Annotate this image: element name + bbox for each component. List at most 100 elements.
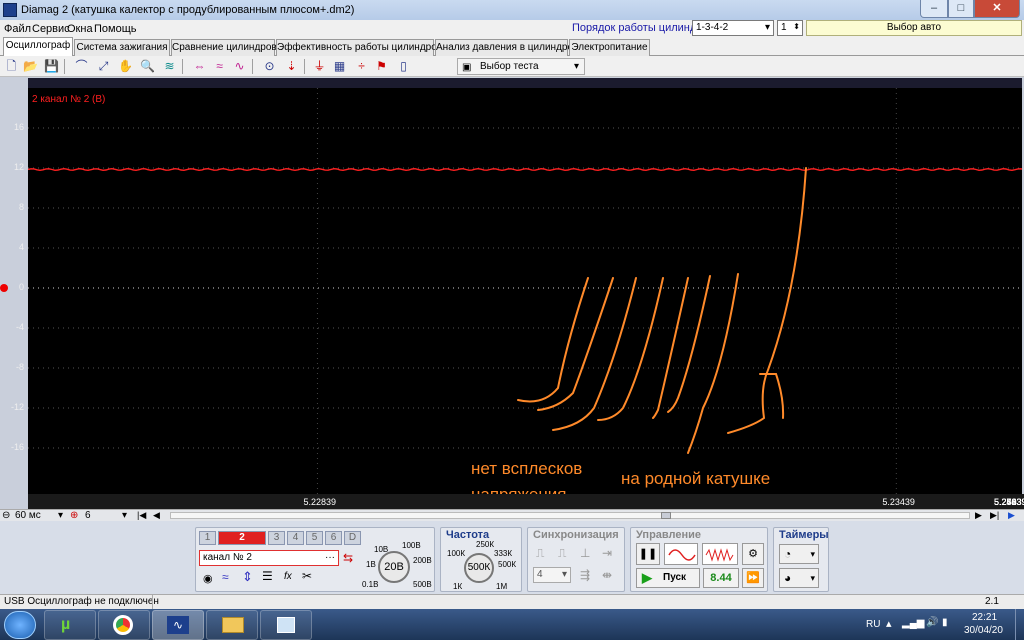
measure-icon[interactable]: ⤢	[96, 59, 111, 74]
channel-button-d[interactable]: D	[344, 531, 361, 545]
chevron-down-icon[interactable]: ▾	[58, 510, 63, 521]
more-icon[interactable]: ···	[325, 551, 335, 565]
time-scrollbar[interactable]	[170, 512, 970, 519]
grid-icon[interactable]: ▦	[332, 59, 347, 74]
open-folder-icon[interactable]: 📂	[23, 59, 38, 74]
wave-icon[interactable]: ≈	[212, 59, 227, 74]
filter-icon[interactable]: ⏚	[312, 59, 327, 74]
minimize-button[interactable]: –	[920, 0, 948, 18]
sync-arrows-icon[interactable]: ⇼	[602, 568, 612, 582]
test-select[interactable]: ▣ Выбор теста ▾	[457, 58, 585, 75]
wave-icon[interactable]: ≈	[222, 570, 229, 584]
channel-button-5[interactable]: 5	[306, 531, 323, 545]
annotation-no-spikes-line1: нет всплесков	[471, 459, 583, 478]
freq-label-1m: 1М	[496, 582, 508, 591]
overlay-icon[interactable]: ∿	[232, 59, 247, 74]
channel-name-field[interactable]: канал № 2 ···	[199, 550, 339, 566]
network-icon[interactable]: ▂▄▆	[902, 618, 924, 629]
flag-icon[interactable]: ⚑	[374, 59, 389, 74]
sync-channel-select[interactable]: 4 ▾	[533, 567, 571, 583]
scale-icon[interactable]: ⇔	[192, 59, 207, 74]
markers-icon[interactable]: ÷	[354, 59, 369, 74]
menu-service[interactable]: Сервис	[32, 23, 70, 35]
lines-icon[interactable]: ☰	[262, 569, 273, 583]
eye-icon[interactable]: ◉	[203, 572, 213, 585]
next-icon[interactable]: ▶	[975, 510, 982, 521]
divisions-value[interactable]: 6	[85, 510, 91, 521]
menu-windows[interactable]: Окна	[67, 23, 93, 35]
single-shot-button[interactable]	[664, 543, 698, 565]
zoom-out-icon[interactable]: ⊖	[2, 510, 10, 521]
go-start-icon[interactable]: |◀	[137, 510, 146, 521]
hand-icon[interactable]: ✋	[118, 59, 133, 74]
function-icon[interactable]: fx	[284, 571, 292, 582]
layers-icon[interactable]: ≋	[162, 59, 177, 74]
timebase-value[interactable]: 60 мс	[15, 510, 41, 521]
auto-play-icon[interactable]: ⏩	[742, 568, 764, 588]
zoom-icon[interactable]: 🔍	[140, 59, 155, 74]
cylinder-number-spinner[interactable]: 1 ⬍	[777, 20, 803, 36]
sync-option-icon[interactable]: ⇶	[580, 568, 590, 582]
swap-icon[interactable]: ⇆	[343, 551, 353, 565]
channel-button-1[interactable]: 1	[199, 531, 216, 545]
timer-1-button[interactable]: ◔ ▾	[779, 544, 819, 564]
cylinder-order-select[interactable]: 1-3-4-2 ▾	[692, 20, 774, 36]
menu-file[interactable]: Файл	[4, 23, 31, 35]
close-button[interactable]: ✕	[974, 0, 1020, 18]
chevron-down-icon[interactable]: ▾	[122, 510, 127, 521]
continuous-button[interactable]	[702, 543, 738, 565]
volume-icon[interactable]: 🔊	[926, 617, 938, 628]
tray-arrow-icon[interactable]: ▴	[886, 617, 892, 630]
tab-pressure-analysis[interactable]: Анализ давления в цилиндре	[435, 39, 573, 56]
clock-icon: ◕	[784, 571, 792, 585]
taskbar-window[interactable]	[260, 610, 312, 640]
frequency-knob[interactable]: 500К	[464, 553, 494, 583]
tab-cylinder-efficiency[interactable]: Эффективность работы цилиндров	[276, 39, 442, 56]
show-desktop-button[interactable]	[1015, 609, 1024, 640]
oscilloscope-app-icon: ∿	[167, 616, 189, 634]
maximize-button[interactable]: □	[948, 0, 974, 18]
channel-button-2[interactable]: 2	[218, 531, 266, 545]
tools-icon[interactable]: ✂	[302, 569, 312, 583]
play-icon[interactable]: ▶	[1008, 510, 1015, 521]
prev-icon[interactable]: ◀	[153, 510, 160, 521]
tab-ignition[interactable]: Система зажигания	[74, 39, 170, 56]
taskbar-utorrent[interactable]: µ	[44, 610, 96, 640]
taskbar-diamag[interactable]: ∿	[152, 610, 204, 640]
taskbar-chrome[interactable]	[98, 610, 150, 640]
y-tick-label: -16	[10, 442, 24, 452]
menu-help[interactable]: Помощь	[94, 23, 137, 35]
battery-icon[interactable]: ▮	[942, 617, 948, 628]
go-end-icon[interactable]: ▶|	[990, 510, 999, 521]
timer-2-button[interactable]: ◕ ▾	[779, 568, 819, 588]
start-menu-button[interactable]	[4, 611, 36, 639]
vehicle-select[interactable]: Выбор авто	[806, 20, 1022, 36]
new-file-icon[interactable]: 🗋	[4, 59, 19, 74]
falling-edge-icon[interactable]: ⎍	[558, 546, 566, 561]
scroll-thumb[interactable]	[661, 512, 671, 519]
taskbar-explorer[interactable]	[206, 610, 258, 640]
save-icon[interactable]: 💾	[44, 59, 59, 74]
tab-cylinder-compare[interactable]: Сравнение цилиндров	[171, 39, 277, 56]
channel-button-6[interactable]: 6	[325, 531, 342, 545]
pause-button[interactable]: ❚❚	[636, 543, 660, 565]
vertical-scale-icon[interactable]: ⇕	[242, 569, 253, 585]
channel-button-3[interactable]: 3	[268, 531, 285, 545]
range-label-500v: 500В	[413, 580, 432, 589]
auto-icon[interactable]: ⊙	[262, 59, 277, 74]
language-indicator[interactable]: RU	[866, 619, 880, 630]
zoom-in-icon[interactable]: ⊕	[70, 510, 78, 521]
zero-icon[interactable]: ⇣	[284, 59, 299, 74]
start-button[interactable]: ▶ Пуск	[636, 568, 700, 588]
document-icon[interactable]: ▯	[396, 59, 411, 74]
range-knob[interactable]: 20В	[378, 551, 410, 583]
channel-button-4[interactable]: 4	[287, 531, 304, 545]
trigger-level-icon[interactable]: ⊥	[580, 546, 590, 560]
auto-setup-icon[interactable]: ⚙	[742, 543, 764, 565]
tab-power-supply[interactable]: Электропитание	[569, 39, 650, 56]
scope-screen[interactable]: 2 канал № 2 (В) нет всплесков напряжения…	[28, 88, 1022, 504]
tab-oscilloscope[interactable]: Осциллограф	[3, 37, 73, 57]
cursor-icon[interactable]: ⌒	[74, 59, 89, 74]
trigger-mode-icon[interactable]: ⇥	[602, 546, 612, 560]
rising-edge-icon[interactable]: ⎍	[536, 546, 544, 561]
